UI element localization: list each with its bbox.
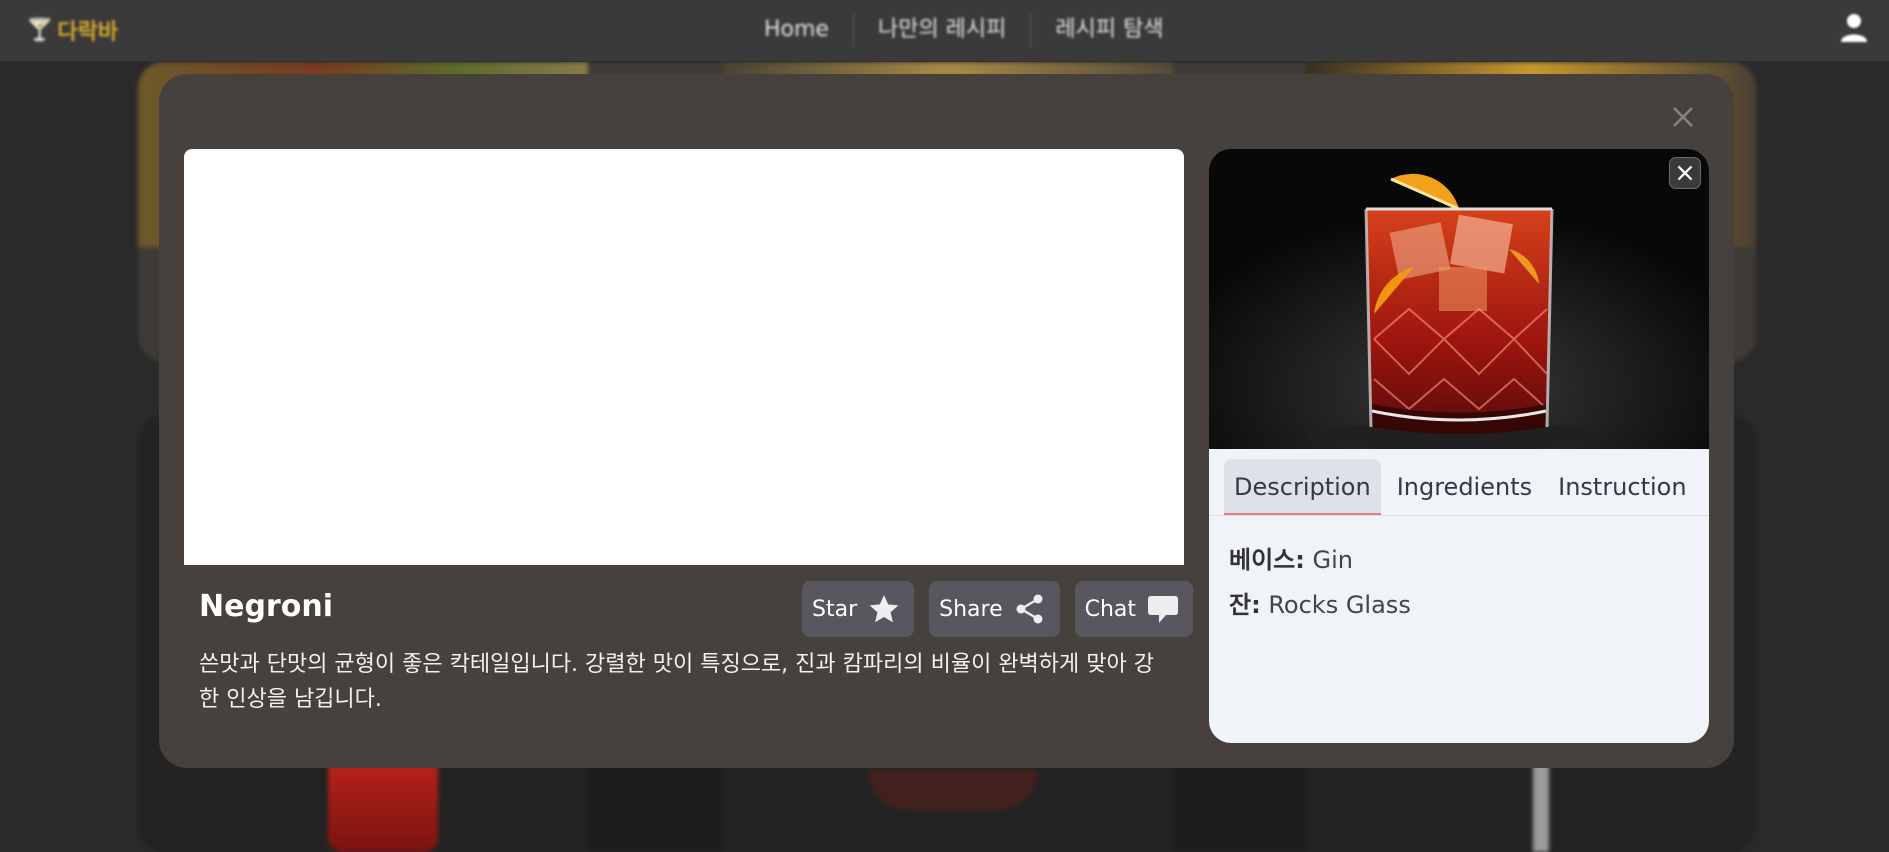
tab-ingredients[interactable]: Ingredients	[1387, 459, 1542, 515]
star-icon	[869, 595, 899, 623]
glass-value: Rocks Glass	[1268, 591, 1411, 619]
nav-my-recipes[interactable]: 나만의 레시피	[854, 10, 1030, 50]
detail-tabs: Description Ingredients Instruction	[1224, 459, 1697, 515]
cocktail-photo	[1209, 149, 1709, 449]
chat-button[interactable]: Chat	[1074, 581, 1194, 637]
star-button[interactable]: Star	[802, 581, 915, 637]
share-icon	[1016, 594, 1043, 624]
nav-explore-recipes[interactable]: 레시피 탐색	[1031, 10, 1187, 50]
logo[interactable]: 🍸 다락바	[26, 14, 118, 46]
user-icon[interactable]	[1837, 10, 1871, 44]
recipe-modal: Negroni Star Share Chat 쓴맛과 단맛의 균형이 좋은 칵…	[159, 74, 1734, 768]
nav-home[interactable]: Home	[740, 10, 853, 50]
recipe-media-area	[184, 149, 1184, 565]
base-label: 베이스:	[1229, 546, 1305, 574]
top-navigation-bar: 🍸 다락바 Home 나만의 레시피 레시피 탐색	[0, 0, 1889, 62]
recipe-description: 쓴맛과 단맛의 균형이 좋은 칵테일입니다. 강렬한 맛이 특징으로, 진과 캄…	[199, 652, 1154, 712]
tabs-divider	[1209, 515, 1709, 516]
negroni-glass-image	[1209, 149, 1709, 449]
tab-instruction[interactable]: Instruction	[1548, 459, 1696, 515]
main-nav: Home 나만의 레시피 레시피 탐색	[740, 10, 1188, 50]
share-button-label: Share	[939, 596, 1003, 622]
base-row: 베이스: Gin	[1229, 538, 1411, 583]
description-content: 베이스: Gin 잔: Rocks Glass	[1229, 538, 1411, 628]
glass-row: 잔: Rocks Glass	[1229, 583, 1411, 628]
recipe-actions: Star Share Chat	[802, 581, 1194, 637]
tab-description[interactable]: Description	[1224, 459, 1381, 515]
chat-button-label: Chat	[1084, 596, 1137, 622]
logo-text: 다락바	[57, 20, 119, 45]
recipe-detail-panel: Description Ingredients Instruction 베이스:…	[1209, 149, 1709, 743]
close-icon[interactable]	[1666, 100, 1700, 134]
cocktail-glass-icon: 🍸	[26, 17, 54, 43]
chat-bubble-icon	[1148, 596, 1179, 623]
base-value: Gin	[1312, 546, 1353, 574]
glass-label: 잔:	[1229, 591, 1261, 619]
recipe-title: Negroni	[199, 589, 333, 624]
star-button-label: Star	[812, 596, 858, 622]
close-icon[interactable]	[1669, 157, 1701, 189]
share-button[interactable]: Share	[929, 581, 1060, 637]
